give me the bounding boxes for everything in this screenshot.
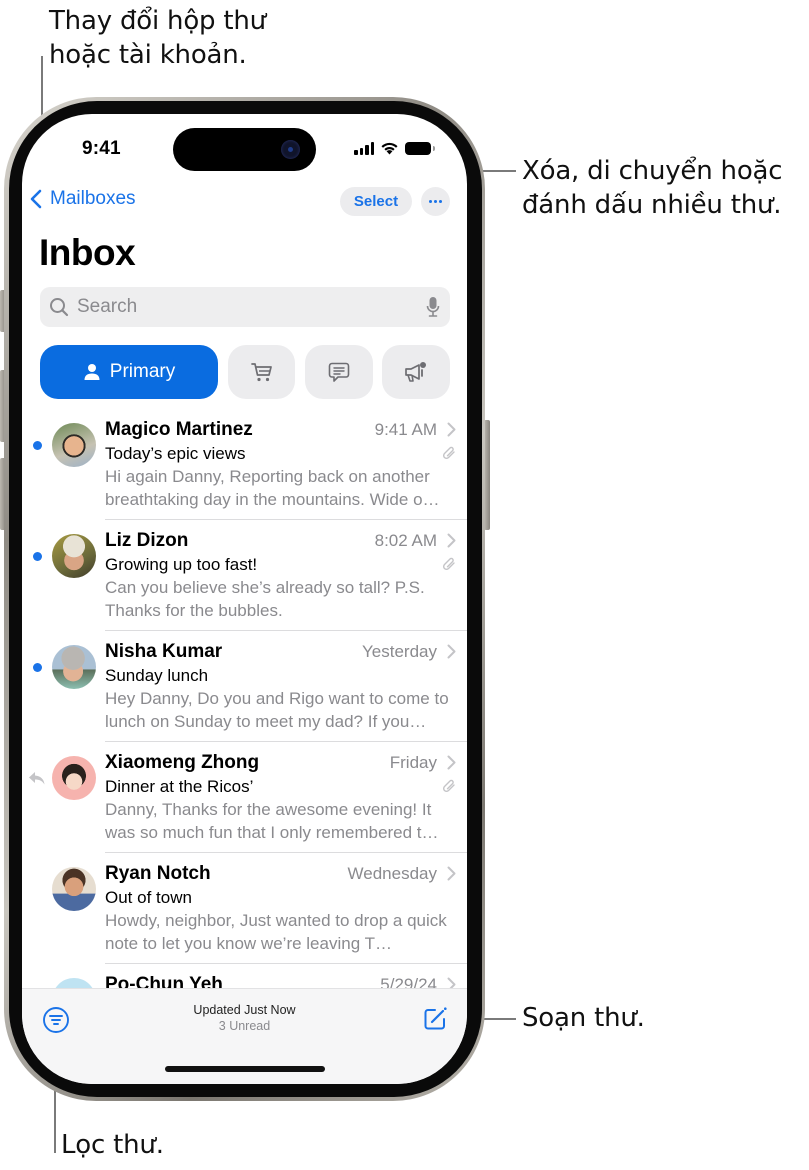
message-sender: Ryan Notch (105, 863, 211, 884)
page-title: Inbox (39, 232, 136, 273)
person-icon (84, 364, 100, 380)
home-indicator[interactable] (165, 1066, 325, 1072)
message-row[interactable]: Ryan Notch Wednesday Out of town Howdy, … (22, 853, 467, 964)
message-subject: Sunday lunch (105, 666, 209, 685)
microphone-icon[interactable] (426, 296, 440, 318)
tab-transactions[interactable] (305, 345, 373, 399)
callout-filter: Lọc thư. (61, 1130, 164, 1160)
callout-mailboxes: Thay đổi hộp thư hoặc tài khoản. (49, 4, 266, 72)
mailbox-status: Updated Just Now 3 Unread (22, 1003, 467, 1033)
message-preview: Howdy, neighbor, Just wanted to drop a q… (105, 911, 447, 953)
ellipsis-icon (429, 200, 442, 203)
message-row[interactable]: Nisha Kumar Yesterday Sunday lunch Hey D… (22, 631, 467, 742)
search-input[interactable]: Search (40, 287, 450, 327)
message-subject: Today’s epic views (105, 444, 246, 463)
more-options-button[interactable] (421, 187, 450, 216)
compose-icon[interactable] (422, 1006, 448, 1032)
search-icon (50, 298, 69, 317)
avatar (52, 423, 96, 467)
unread-indicator (33, 663, 42, 672)
replied-icon (29, 772, 45, 785)
message-date: Friday (389, 753, 437, 772)
unread-indicator (33, 441, 42, 450)
message-sender: Nisha Kumar (105, 641, 223, 662)
avatar (52, 645, 96, 689)
callout-select: Xóa, di chuyển hoặc đánh dấu nhiều thư. (522, 154, 783, 222)
paperclip-icon (442, 779, 455, 793)
mailboxes-back-label: Mailboxes (50, 188, 136, 209)
chevron-right-icon (447, 755, 456, 770)
message-sender: Magico Martinez (105, 419, 253, 440)
unread-count: 3 Unread (218, 1019, 271, 1033)
tab-primary-label: Primary (109, 361, 176, 382)
message-subject: Growing up too fast! (105, 555, 258, 574)
message-preview: Can you believe she’s already so tall? P… (105, 578, 425, 620)
callout-select-line2: đánh dấu nhiều thư. (522, 190, 782, 220)
select-button[interactable]: Select (340, 187, 412, 216)
message-subject: Dinner at the Ricos’ (105, 777, 254, 796)
message-sender: Xiaomeng Zhong (105, 752, 260, 773)
camera-icon (281, 140, 300, 159)
chevron-right-icon (447, 866, 456, 881)
chevron-right-icon (447, 644, 456, 659)
status-time: 9:41 (82, 138, 121, 159)
category-tabs: Primary (40, 345, 450, 399)
avatar (52, 534, 96, 578)
callout-compose: Soạn thư. (522, 1003, 645, 1033)
updated-status: Updated Just Now (193, 1003, 296, 1017)
message-subject: Out of town (105, 888, 192, 907)
avatar (52, 756, 96, 800)
cellular-signal-icon (354, 141, 374, 155)
message-sender: Liz Dizon (105, 530, 189, 551)
avatar (52, 867, 96, 911)
message-preview: Hi again Danny, Reporting back on anothe… (105, 467, 440, 509)
tab-primary[interactable]: Primary (40, 345, 218, 399)
message-list: Magico Martinez 9:41 AM Today’s epic vie… (22, 409, 467, 1075)
cart-icon (250, 363, 272, 382)
wifi-icon (381, 142, 398, 155)
paperclip-icon (442, 446, 455, 460)
chevron-left-icon (30, 189, 42, 209)
message-date: Yesterday (362, 642, 437, 661)
chevron-right-icon (447, 422, 456, 437)
message-date: Wednesday (347, 864, 437, 883)
message-icon (328, 362, 350, 382)
chevron-right-icon (447, 533, 456, 548)
message-row[interactable]: Xiaomeng Zhong Friday Dinner at the Rico… (22, 742, 467, 853)
callout-mailboxes-line1: Thay đổi hộp thư (49, 6, 266, 36)
megaphone-icon (405, 362, 426, 382)
message-preview: Danny, Thanks for the awesome evening! I… (105, 800, 439, 842)
message-preview: Hey Danny, Do you and Rigo want to come … (105, 689, 449, 731)
unread-indicator (33, 552, 42, 561)
dynamic-island (173, 128, 316, 171)
battery-icon (405, 141, 435, 155)
message-row[interactable]: Magico Martinez 9:41 AM Today’s epic vie… (22, 409, 467, 520)
message-date: 8:02 AM (374, 531, 437, 550)
tab-shopping[interactable] (228, 345, 295, 399)
callout-mailboxes-line2: hoặc tài khoản. (49, 40, 247, 70)
status-icons (354, 141, 435, 155)
bottom-toolbar: Updated Just Now 3 Unread (22, 988, 467, 1084)
message-date: 9:41 AM (374, 420, 437, 439)
tab-promotions[interactable] (382, 345, 450, 399)
mailboxes-back-button[interactable]: Mailboxes (30, 188, 136, 210)
paperclip-icon (442, 557, 455, 571)
phone-screen: 9:41 Mailboxes Select Inbox Search Prima… (22, 114, 467, 1084)
search-placeholder: Search (77, 296, 138, 317)
message-row[interactable]: Liz Dizon 8:02 AM Growing up too fast! C… (22, 520, 467, 631)
callout-select-line1: Xóa, di chuyển hoặc (522, 156, 783, 186)
